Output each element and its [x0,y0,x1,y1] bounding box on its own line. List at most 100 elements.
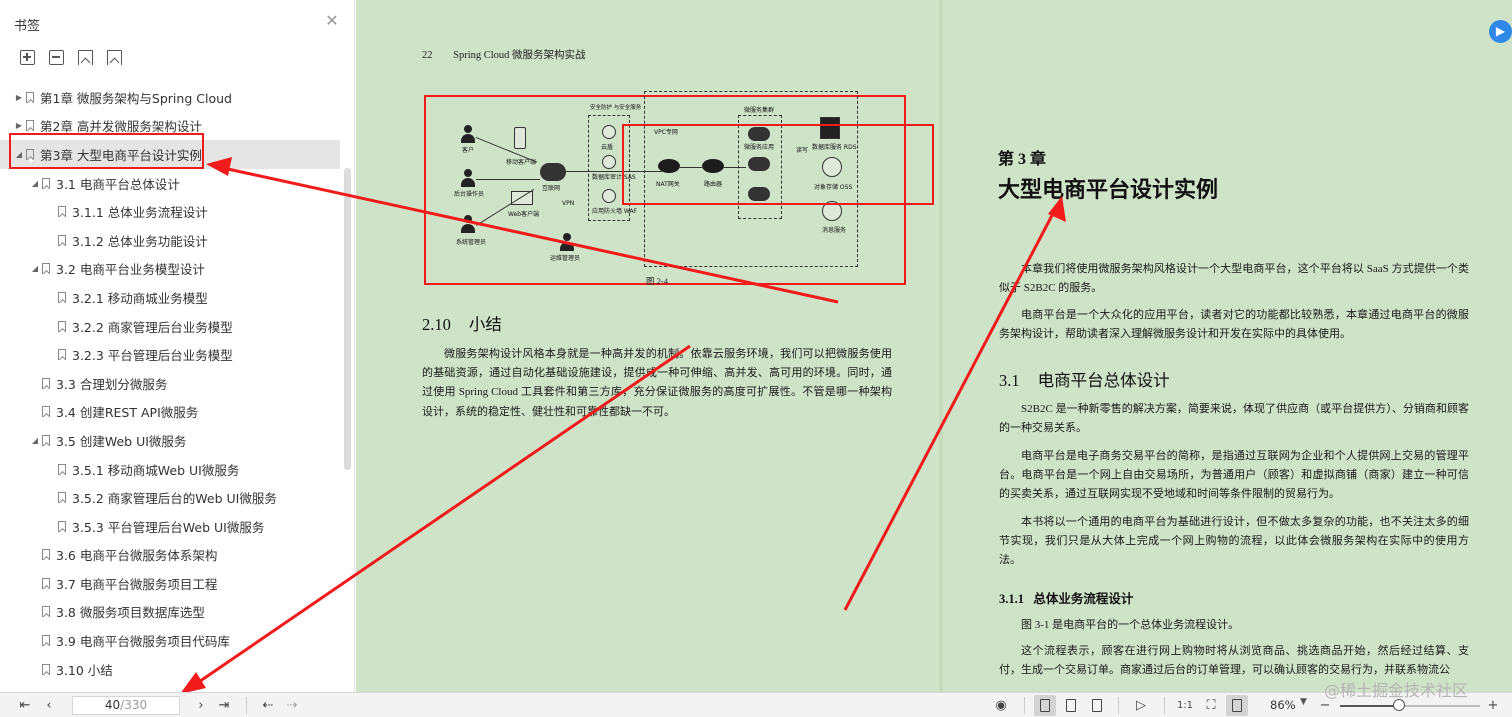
collapse-all-icon[interactable] [49,50,64,65]
forward-icon[interactable]: ⇢ [284,697,300,714]
sidebar-item[interactable]: 3.9 电商平台微服务项目代码库 [0,626,340,655]
fit-page-icon[interactable]: ⛶ [1200,697,1222,714]
expand-all-icon[interactable] [20,50,35,65]
bookmark-tree: ▶ 第1章 微服务架构与Spring Cloud ▶ 第2章 高并发微服务架构设计 ◢ 第… [0,83,340,683]
sidebar-item-label: 3.3 合理划分微服务 [56,376,168,392]
actual-size-icon[interactable]: 1:1 [1174,697,1196,714]
expanded-arrow-icon[interactable]: ◢ [30,436,40,445]
chevron-down-icon[interactable]: ▼ [1300,697,1307,707]
sidebar-item[interactable]: ◢ 3.1 电商平台总体设计 [0,169,340,198]
bookmark-icon [26,91,34,103]
last-page-icon[interactable]: ⇥ [216,697,232,714]
continuous-page-icon[interactable] [1060,695,1082,716]
bookmark-icon [58,291,66,303]
bookmark-icon [42,663,50,675]
first-page-icon[interactable]: ⇤ [18,697,32,714]
separator [1024,697,1025,714]
panel-title: 书签 [14,19,41,34]
zoom-level[interactable]: 86% [1270,698,1296,712]
running-title: Spring Cloud 微服务架构实战 [453,50,586,61]
collapsed-arrow-icon[interactable]: ▶ [14,93,24,102]
zoom-slider[interactable] [1340,699,1480,711]
sidebar-item-label: 3.5 创建Web UI微服务 [56,433,187,449]
section-heading: 3.1 电商平台总体设计 [999,371,1170,390]
play-icon[interactable]: ▷ [1130,697,1152,714]
sidebar-item-label: 3.6 电商平台微服务体系架构 [56,548,218,564]
sidebar-item[interactable]: ▶ 第1章 微服务架构与Spring Cloud [0,83,340,112]
bookmark-icon [58,234,66,246]
sidebar-item-label: 3.1.1 总体业务流程设计 [72,205,208,221]
bookmark-toolbar [20,50,122,65]
chapter-number: 第 3 章 [998,151,1047,168]
page-number-input[interactable]: 40/330 [72,696,180,715]
sidebar-item[interactable]: 3.6 电商平台微服务体系架构 [0,541,340,570]
status-bar: ⇤ ‹ 40/330 › ⇥ ⇠ ⇢ ◉ ▷ 1:1 ⛶ 86% ▼ − + [0,692,1512,717]
audit-icon [602,155,616,169]
summary-paragraph: 微服务架构设计风格本身就是一种高并发的机制。依靠云服务环境，我们可以把微服务使用… [422,348,892,418]
bookmark-icon [42,406,50,418]
fig-connector [476,188,535,226]
sidebar-item[interactable]: ◢ 3.5 创建Web UI微服务 [0,426,340,455]
fig-label: 系统管理员 [456,239,487,246]
bookmark-icon [42,177,50,189]
sidebar-item-label: 3.2.2 商家管理后台业务模型 [72,319,233,335]
single-page-icon[interactable] [1034,695,1056,716]
bookmark-icon [42,377,50,389]
fit-width-icon[interactable] [1226,695,1248,716]
add-bookmark-icon[interactable] [78,50,93,65]
fig-label: VPN [562,200,575,207]
collapsed-arrow-icon[interactable]: ▶ [14,121,24,130]
sidebar-item-label: 3.10 小结 [56,662,113,678]
bookmark-icon [42,263,50,275]
sidebar-item[interactable]: 3.10 小结 [0,655,340,684]
sidebar-item-label: 3.2.3 平台管理后台业务模型 [72,348,233,364]
eye-icon[interactable]: ◉ [990,697,1012,714]
sidebar-item-label: 3.7 电商平台微服务项目工程 [56,576,218,592]
shield-icon [602,125,616,139]
running-header: 22 Spring Cloud 微服务架构实战 [422,47,586,62]
separator [1164,697,1165,714]
fig-label: Web客户端 [508,211,540,218]
sidebar-item-label: 3.4 创建REST API微服务 [56,405,199,421]
admin-icon [461,215,475,233]
sidebar-item[interactable]: 3.1.2 总体业务功能设计 [0,226,340,255]
close-icon[interactable]: ✕ [324,13,340,29]
bookmark-icon [58,206,66,218]
document-viewport[interactable]: 22 Spring Cloud 微服务架构实战 客户 移动客户端 后台操作员 W… [356,0,1512,692]
page-number: 22 [422,50,433,61]
prev-page-icon[interactable]: ‹ [42,697,56,714]
sidebar-item[interactable]: 3.5.3 平台管理后台Web UI微服务 [0,512,340,541]
sidebar-item[interactable]: 3.5.1 移动商城Web UI微服务 [0,455,340,484]
sidebar-item[interactable]: 3.2.2 商家管理后台业务模型 [0,312,340,341]
bookmark-icon[interactable] [107,50,122,65]
sidebar-item-label: 3.5.2 商家管理后台的Web UI微服务 [72,491,277,507]
sidebar-item[interactable]: 3.4 创建REST API微服务 [0,398,340,427]
fig-label: 客户 [462,147,475,154]
ops-admin-icon [560,233,574,251]
bookmark-icon [58,492,66,504]
zoom-in-icon[interactable]: + [1486,697,1500,714]
chapter-title: 大型电商平台设计实例 [998,177,1219,202]
sidebar-item[interactable]: 3.8 微服务项目数据库选型 [0,598,340,627]
expanded-arrow-icon[interactable]: ◢ [30,264,40,273]
sidebar-item[interactable]: 3.1.1 总体业务流程设计 [0,197,340,226]
body-paragraph: 本书将以一个通用的电商平台为基础进行设计，但不做太多复杂的功能，也不关注太多的细… [999,516,1469,567]
sidebar-item[interactable]: 3.7 电商平台微服务项目工程 [0,569,340,598]
back-icon[interactable]: ⇠ [260,697,276,714]
sidebar-item[interactable]: 3.2.1 移动商城业务模型 [0,283,340,312]
sidebar-item[interactable]: 3.5.2 商家管理后台的Web UI微服务 [0,483,340,512]
bookmark-icon [58,520,66,532]
next-page-icon[interactable]: › [194,697,208,714]
sidebar-scrollbar[interactable] [344,168,351,470]
double-page-icon[interactable] [1086,695,1108,716]
sidebar-item[interactable]: 3.2.3 平台管理后台业务模型 [0,340,340,369]
sidebar-item-label: 3.5.3 平台管理后台Web UI微服务 [72,519,265,535]
sidebar-item[interactable]: 3.3 合理划分微服务 [0,369,340,398]
sidebar-item-label: 3.1.2 总体业务功能设计 [72,233,208,249]
fig-label: 微服务集群 [744,107,775,114]
sidebar-item[interactable]: ◢ 3.2 电商平台业务模型设计 [0,255,340,284]
intro-paragraph: 本章我们将使用微服务架构风格设计一个大型电商平台，这个平台将以 SaaS 方式提… [999,263,1469,295]
expanded-arrow-icon[interactable]: ◢ [30,179,40,188]
mobile-phone-icon [514,127,526,149]
floating-action-button[interactable]: ▶ [1489,20,1512,43]
